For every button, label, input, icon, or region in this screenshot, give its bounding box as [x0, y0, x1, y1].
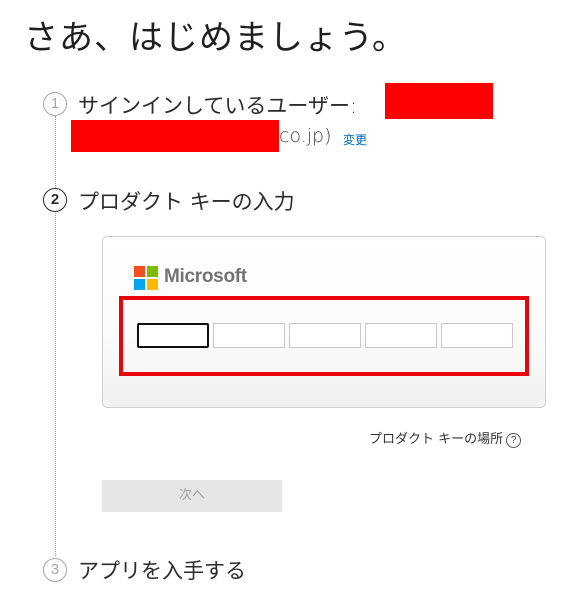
microsoft-wordmark: Microsoft — [164, 266, 247, 287]
question-circle-icon: ? — [506, 433, 522, 448]
step-timeline — [55, 116, 56, 556]
product-key-field-2[interactable] — [213, 323, 285, 348]
product-key-location-link[interactable]: プロダクト キーの場所? — [369, 428, 522, 448]
redacted-username — [385, 83, 493, 119]
step-3-label: アプリを入手する — [78, 559, 246, 583]
next-button[interactable]: 次へ — [102, 480, 282, 512]
product-key-field-3[interactable] — [289, 323, 361, 348]
page-title: さあ、はじめましょう。 — [24, 18, 407, 58]
product-key-field-1[interactable] — [137, 323, 209, 348]
microsoft-logo-icon — [134, 266, 158, 290]
redacted-email — [71, 120, 279, 152]
product-key-location-label: プロダクト キーの場所 — [369, 432, 504, 447]
step-1-number: 1 — [43, 92, 67, 116]
email-suffix: co.jp) — [279, 125, 332, 147]
change-account-link[interactable]: 変更 — [343, 131, 367, 148]
step-2-number: 2 — [43, 188, 67, 212]
product-key-field-4[interactable] — [365, 323, 437, 348]
step-1-label: サインインしているユーザー: — [78, 94, 358, 118]
product-key-field-5[interactable] — [441, 323, 513, 348]
setup-page: さあ、はじめましょう。 1 サインインしているユーザー: co.jp) 変更 2… — [0, 0, 570, 607]
step-2-label: プロダクト キーの入力 — [78, 190, 295, 214]
step-3-number: 3 — [43, 558, 67, 582]
